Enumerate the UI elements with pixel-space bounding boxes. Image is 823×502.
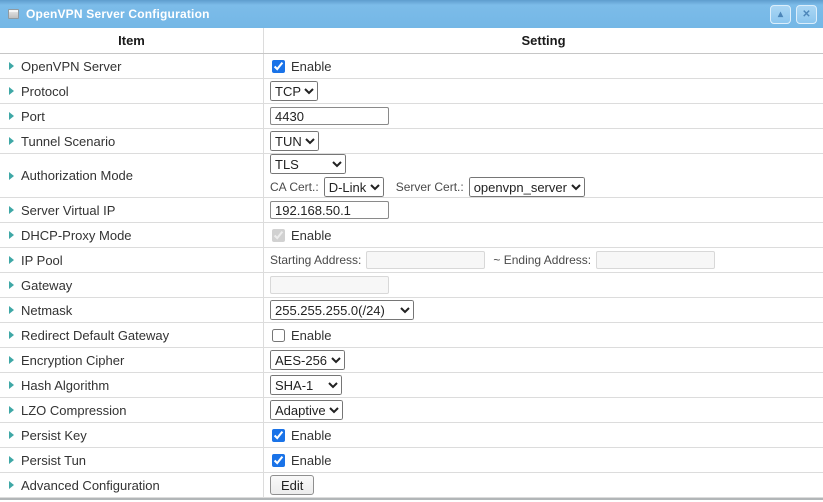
row-arrow-icon: [9, 331, 14, 339]
item-label: Encryption Cipher: [21, 353, 124, 368]
row-dhcp-proxy-mode: DHCP-Proxy Mode Enable: [0, 223, 823, 248]
item-label: Persist Key: [21, 428, 87, 443]
persist-key-enable-checkbox[interactable]: [272, 429, 285, 442]
enable-label: Enable: [291, 59, 331, 74]
dhcp-proxy-enable-checkbox: [272, 229, 285, 242]
row-arrow-icon: [9, 172, 14, 180]
row-arrow-icon: [9, 306, 14, 314]
row-protocol: Protocol TCP: [0, 79, 823, 104]
row-arrow-icon: [9, 256, 14, 264]
row-netmask: Netmask 255.255.255.0(/24): [0, 298, 823, 323]
row-arrow-icon: [9, 481, 14, 489]
item-label: Advanced Configuration: [21, 478, 160, 493]
item-label: Server Virtual IP: [21, 203, 115, 218]
starting-address-input: [366, 251, 485, 269]
collapse-button[interactable]: ▴: [770, 5, 791, 24]
persist-tun-enable-checkbox[interactable]: [272, 454, 285, 467]
row-arrow-icon: [9, 112, 14, 120]
row-arrow-icon: [9, 281, 14, 289]
openvpn-config-window: OpenVPN Server Configuration ▴ ✕ Item Se…: [0, 0, 823, 500]
netmask-select[interactable]: 255.255.255.0(/24): [270, 300, 414, 320]
row-lzo-compression: LZO Compression Adaptive: [0, 398, 823, 423]
protocol-select[interactable]: TCP: [270, 81, 318, 101]
row-arrow-icon: [9, 231, 14, 239]
edit-button[interactable]: Edit: [270, 475, 314, 495]
row-openvpn-server: OpenVPN Server Enable: [0, 54, 823, 79]
row-gateway: Gateway: [0, 273, 823, 298]
enable-label: Enable: [291, 453, 331, 468]
row-arrow-icon: [9, 206, 14, 214]
row-port: Port: [0, 104, 823, 129]
lzo-compression-select[interactable]: Adaptive: [270, 400, 343, 420]
row-arrow-icon: [9, 456, 14, 464]
row-arrow-icon: [9, 356, 14, 364]
openvpn-server-enable-checkbox[interactable]: [272, 60, 285, 73]
item-label: DHCP-Proxy Mode: [21, 228, 132, 243]
ending-address-label: ~ Ending Address:: [493, 253, 591, 267]
row-arrow-icon: [9, 62, 14, 70]
column-header-item: Item: [0, 28, 264, 53]
enable-label: Enable: [291, 328, 331, 343]
row-server-virtual-ip: Server Virtual IP: [0, 198, 823, 223]
row-tunnel-scenario: Tunnel Scenario TUN: [0, 129, 823, 154]
row-advanced-configuration: Advanced Configuration Edit: [0, 473, 823, 498]
row-arrow-icon: [9, 406, 14, 414]
server-cert-label: Server Cert.:: [396, 180, 464, 194]
ca-cert-select[interactable]: D-Link: [324, 177, 384, 197]
row-persist-tun: Persist Tun Enable: [0, 448, 823, 473]
window-titlebar: OpenVPN Server Configuration ▴ ✕: [0, 0, 823, 28]
item-label: IP Pool: [21, 253, 63, 268]
item-label: Authorization Mode: [21, 168, 133, 183]
collapse-icon: ▴: [778, 9, 783, 20]
item-label: Port: [21, 109, 45, 124]
encryption-cipher-select[interactable]: AES-256: [270, 350, 345, 370]
row-arrow-icon: [9, 381, 14, 389]
item-label: LZO Compression: [21, 403, 126, 418]
item-label: Persist Tun: [21, 453, 86, 468]
ending-address-input: [596, 251, 715, 269]
row-authorization-mode: Authorization Mode TLS CA Cert.: D-Link …: [0, 154, 823, 198]
port-input[interactable]: [270, 107, 389, 125]
column-header-setting: Setting: [264, 28, 823, 53]
row-persist-key: Persist Key Enable: [0, 423, 823, 448]
close-icon: ✕: [802, 9, 810, 20]
row-hash-algorithm: Hash Algorithm SHA-1: [0, 373, 823, 398]
enable-label: Enable: [291, 428, 331, 443]
row-arrow-icon: [9, 87, 14, 95]
item-label: OpenVPN Server: [21, 59, 121, 74]
item-label: Gateway: [21, 278, 72, 293]
item-label: Hash Algorithm: [21, 378, 109, 393]
item-label: Netmask: [21, 303, 72, 318]
row-ip-pool: IP Pool Starting Address: ~ Ending Addre…: [0, 248, 823, 273]
row-redirect-default-gateway: Redirect Default Gateway Enable: [0, 323, 823, 348]
row-arrow-icon: [9, 431, 14, 439]
window-icon: [8, 9, 19, 19]
close-button[interactable]: ✕: [796, 5, 817, 24]
item-label: Protocol: [21, 84, 69, 99]
item-label: Redirect Default Gateway: [21, 328, 169, 343]
item-label: Tunnel Scenario: [21, 134, 115, 149]
enable-label: Enable: [291, 228, 331, 243]
hash-algorithm-select[interactable]: SHA-1: [270, 375, 342, 395]
ca-cert-label: CA Cert.:: [270, 180, 319, 194]
redirect-gateway-enable-checkbox[interactable]: [272, 329, 285, 342]
row-encryption-cipher: Encryption Cipher AES-256: [0, 348, 823, 373]
authorization-mode-select[interactable]: TLS: [270, 154, 346, 174]
tunnel-scenario-select[interactable]: TUN: [270, 131, 319, 151]
window-title: OpenVPN Server Configuration: [26, 7, 770, 21]
server-cert-select[interactable]: openvpn_server: [469, 177, 585, 197]
settings-table: Item Setting OpenVPN Server Enable Proto…: [0, 28, 823, 500]
row-arrow-icon: [9, 137, 14, 145]
starting-address-label: Starting Address:: [270, 253, 361, 267]
table-header-row: Item Setting: [0, 28, 823, 54]
gateway-input: [270, 276, 389, 294]
server-virtual-ip-input[interactable]: [270, 201, 389, 219]
